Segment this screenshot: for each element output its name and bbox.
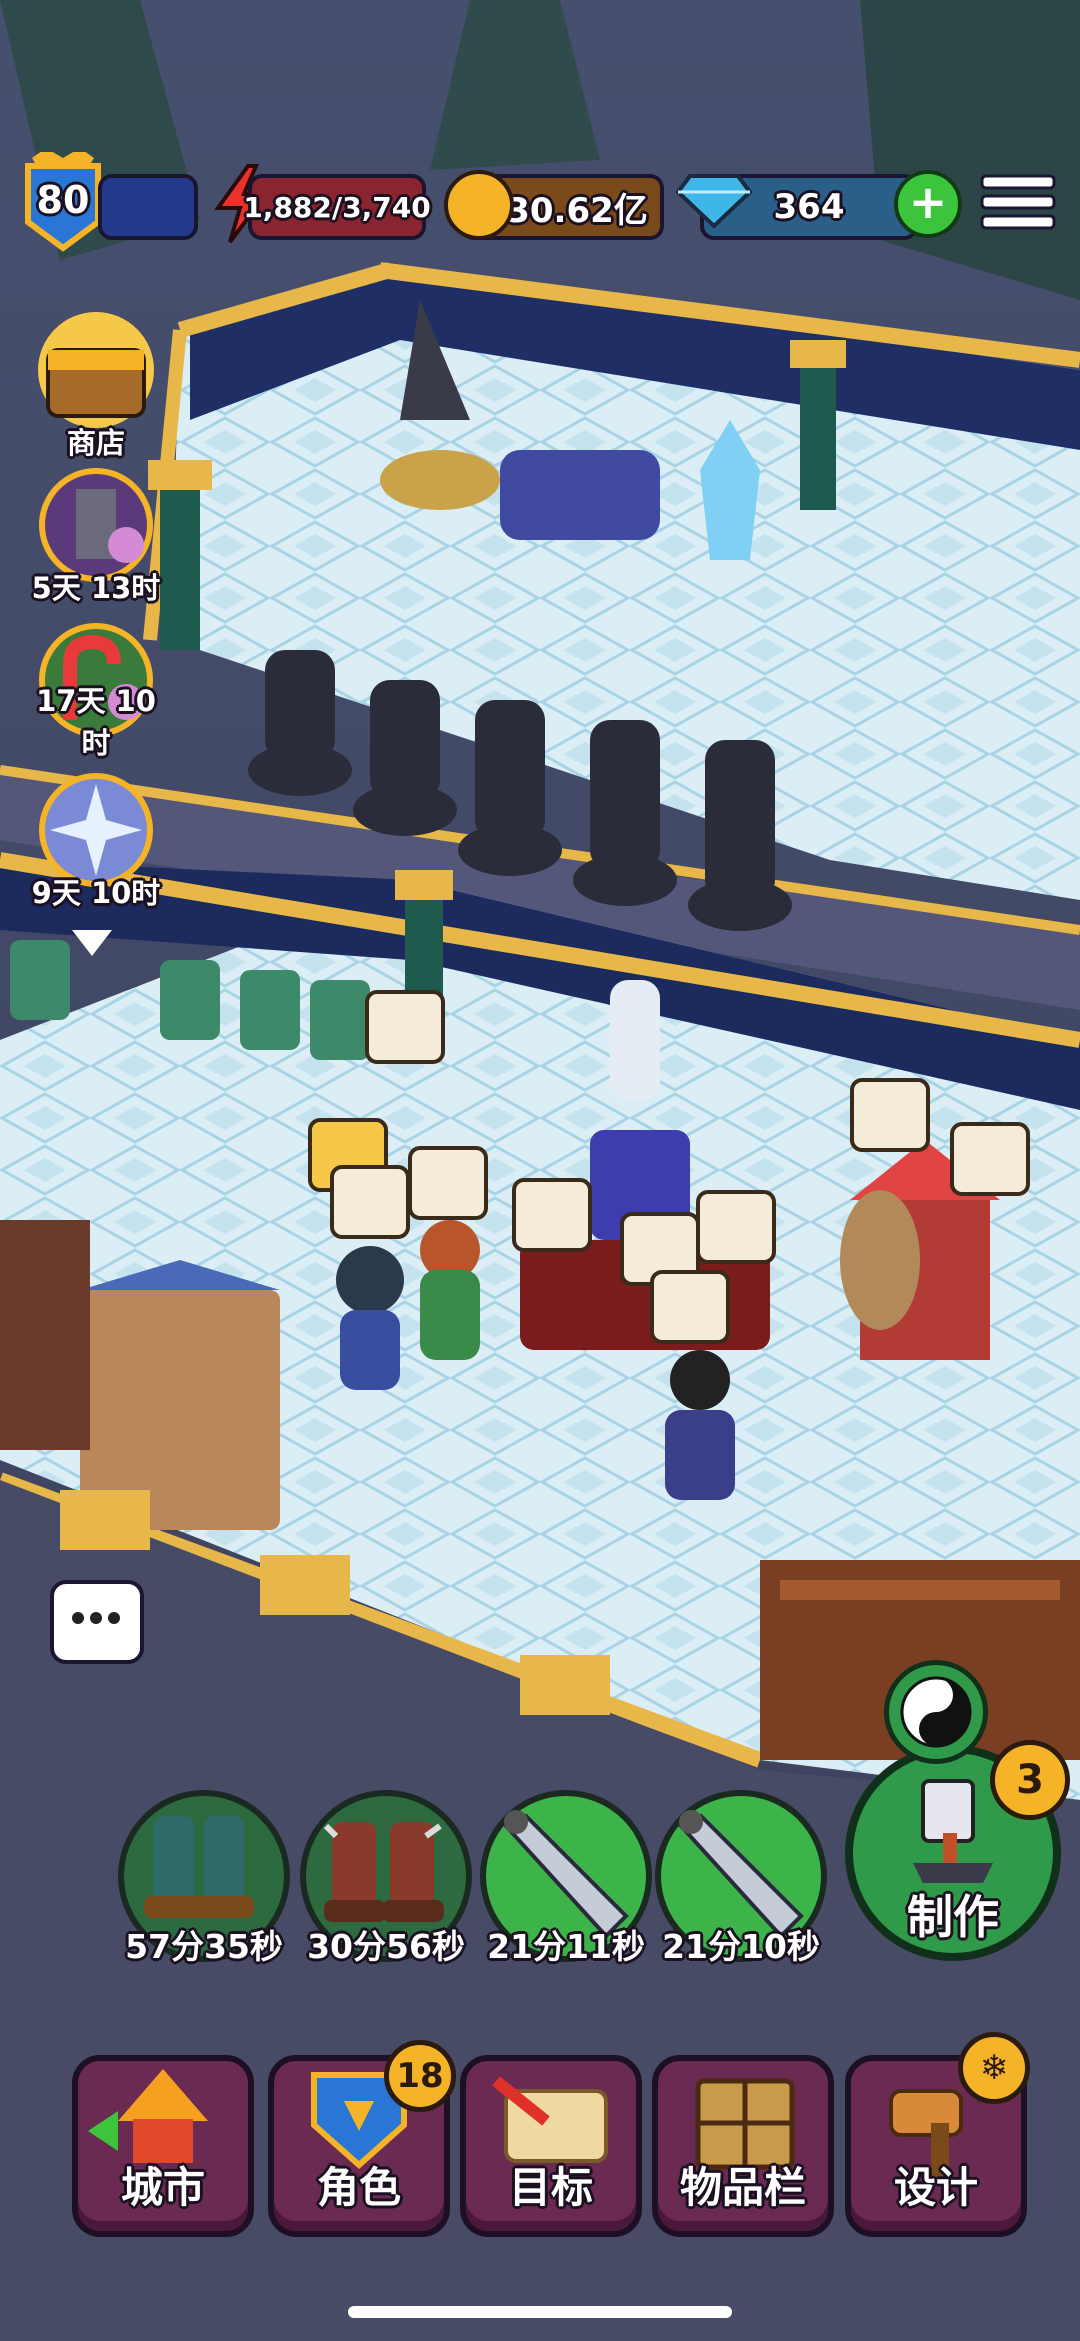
nav-goals[interactable]: 目标 — [460, 2055, 642, 2237]
craft-timer: 21分10秒 — [662, 1927, 820, 1966]
craft-timer: 21分11秒 — [487, 1927, 645, 1966]
inventory-label: 物品栏 — [679, 2163, 806, 2212]
menu-icon — [980, 174, 1056, 230]
tower-offer[interactable]: 5天 13时 — [26, 465, 166, 605]
dagger-request-bubble[interactable] — [650, 1270, 730, 1344]
nav-inventory[interactable]: 物品栏 — [652, 2055, 834, 2237]
collapse-arrow-icon[interactable] — [70, 928, 114, 962]
energy-counter[interactable]: 1,882/3,740 — [243, 174, 431, 240]
goals-label: 目标 — [508, 2163, 593, 2212]
crystal-offer[interactable]: 9天 10时 — [26, 770, 166, 910]
city-label: 城市 — [120, 2163, 205, 2212]
shop-offer[interactable]: 商店 — [26, 310, 166, 460]
home-indicator[interactable] — [348, 2306, 732, 2318]
snowflake-badge-icon: ❄ — [958, 2032, 1030, 2104]
craft-label: 制作 — [907, 1890, 999, 1944]
chat-button[interactable] — [50, 1580, 144, 1664]
jellyfish-request-bubble[interactable] — [512, 1178, 592, 1252]
diamond-icon — [675, 170, 753, 234]
add-gems-button[interactable]: + — [894, 170, 962, 238]
sword-request-bubble[interactable] — [696, 1190, 776, 1264]
armor-request-bubble[interactable] — [330, 1165, 410, 1239]
craft-slot-boots-green[interactable]: 57分35秒 — [118, 1790, 290, 1966]
pet-food-request-bubble-3[interactable] — [950, 1122, 1030, 1196]
characters-label: 角色 — [316, 2163, 401, 2212]
xp-bar — [98, 174, 198, 240]
design-label: 设计 — [893, 2163, 978, 2212]
characters-badge: 18 — [384, 2040, 456, 2112]
hamburger-menu-button[interactable] — [980, 174, 1056, 232]
crystal-offer-timer: 9天 10时 — [31, 876, 161, 910]
craft-count-badge: 3 — [990, 1740, 1070, 1820]
shop-label: 商店 — [66, 426, 125, 460]
craft-slot-boots-spiked[interactable]: 30分56秒 — [300, 1790, 472, 1966]
candy-offer[interactable]: 17天 10时 — [26, 620, 166, 760]
gold-coin-icon — [444, 170, 514, 240]
ring-request-bubble[interactable] — [408, 1146, 488, 1220]
pet-food-request-bubble-2[interactable] — [850, 1078, 930, 1152]
craft-timer: 57分35秒 — [125, 1927, 283, 1966]
energy-value: 1,882/3,740 — [243, 190, 431, 224]
gold-value: 30.62亿 — [506, 190, 648, 231]
player-level: 80 — [36, 178, 90, 222]
craft-slot-blade-2[interactable]: 21分10秒 — [655, 1790, 827, 1966]
craft-slot-blade-1[interactable]: 21分11秒 — [480, 1790, 652, 1966]
candy-offer-timer: 17天 10时 — [36, 684, 156, 760]
level-badge[interactable]: 80 — [18, 148, 108, 252]
yin-yang-icon — [900, 1676, 972, 1748]
gem-value: 364 — [773, 187, 845, 227]
yin-yang-button[interactable] — [884, 1660, 988, 1764]
craft-timer: 30分56秒 — [307, 1927, 465, 1966]
tower-offer-timer: 5天 13时 — [31, 571, 161, 605]
nav-city[interactable]: 城市 — [72, 2055, 254, 2237]
pet-food-request-bubble[interactable] — [365, 990, 445, 1064]
chat-bubble-icon — [72, 1612, 120, 1624]
top-hud: 80 1,882/3,740 30.62亿 364 + — [0, 148, 1080, 252]
